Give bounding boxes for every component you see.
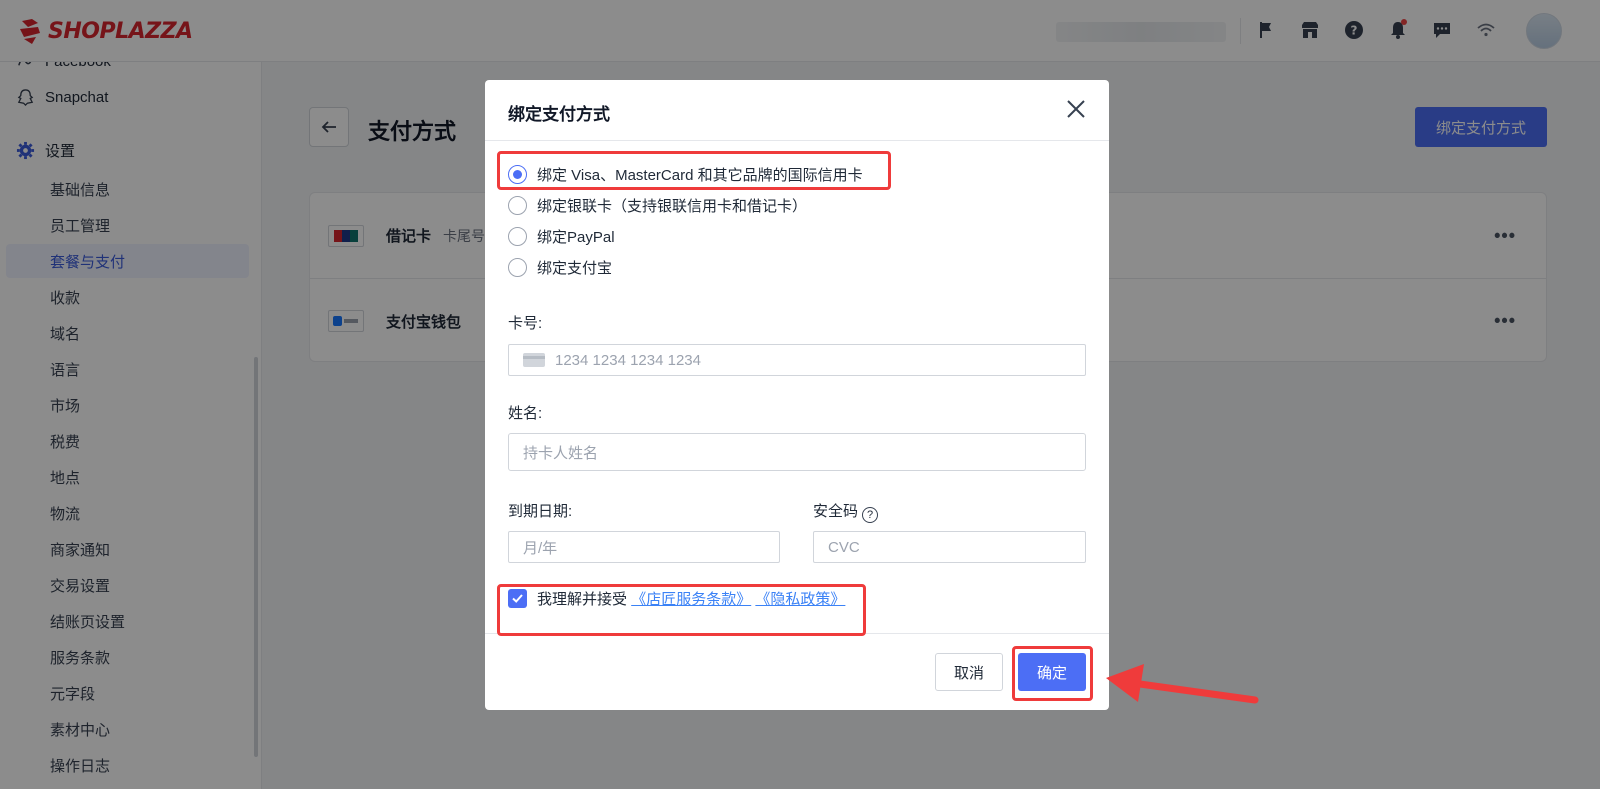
cardholder-name-placeholder: 持卡人姓名 bbox=[523, 444, 599, 462]
option-alipay[interactable]: 绑定支付宝 bbox=[508, 257, 612, 278]
cvc-label-text: 安全码 bbox=[813, 503, 859, 520]
modal-header: 绑定支付方式 bbox=[485, 80, 1109, 141]
option-unionpay[interactable]: 绑定银联卡（支持银联信用卡和借记卡） bbox=[508, 195, 807, 216]
card-number-placeholder: 1234 1234 1234 1234 bbox=[555, 351, 701, 369]
expiry-placeholder: 月/年 bbox=[523, 539, 558, 557]
cvc-field[interactable]: CVC bbox=[813, 531, 1086, 563]
radio-button[interactable] bbox=[508, 196, 527, 215]
expiry-label: 到期日期: bbox=[508, 503, 573, 520]
card-number-field[interactable]: 1234 1234 1234 1234 bbox=[508, 344, 1086, 376]
modal-title: 绑定支付方式 bbox=[508, 105, 610, 124]
card-number-label: 卡号: bbox=[508, 315, 543, 332]
radio-button[interactable] bbox=[508, 258, 527, 277]
radio-button[interactable] bbox=[508, 227, 527, 246]
option-label: 绑定银联卡（支持银联信用卡和借记卡） bbox=[537, 198, 808, 215]
expiry-field[interactable]: 月/年 bbox=[508, 531, 780, 563]
credit-card-icon bbox=[523, 353, 545, 367]
cardholder-name-field[interactable]: 持卡人姓名 bbox=[508, 433, 1086, 471]
close-icon[interactable] bbox=[1063, 96, 1089, 122]
name-label: 姓名: bbox=[508, 405, 543, 422]
help-icon[interactable]: ? bbox=[862, 507, 879, 523]
cancel-button[interactable]: 取消 bbox=[935, 653, 1003, 691]
option-label: 绑定PayPal bbox=[537, 229, 615, 246]
cvc-label: 安全码? bbox=[813, 500, 879, 523]
annotation-highlight bbox=[497, 151, 891, 190]
option-label: 绑定支付宝 bbox=[537, 260, 613, 277]
annotation-highlight bbox=[1012, 646, 1093, 701]
annotation-highlight bbox=[497, 584, 866, 636]
cvc-placeholder: CVC bbox=[828, 538, 860, 556]
annotation-arrow-icon bbox=[1106, 664, 1259, 704]
option-paypal[interactable]: 绑定PayPal bbox=[508, 226, 615, 247]
